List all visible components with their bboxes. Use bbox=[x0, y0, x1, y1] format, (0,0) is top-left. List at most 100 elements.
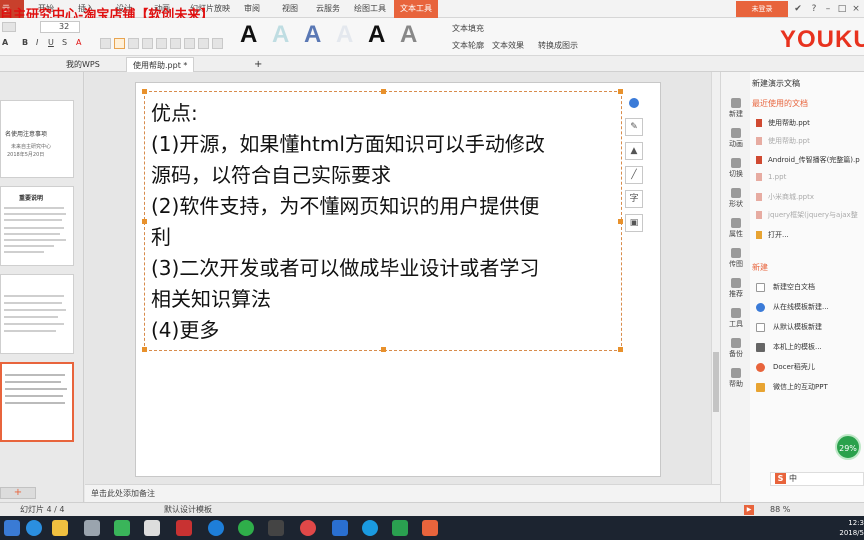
scrollbar-thumb[interactable] bbox=[713, 352, 719, 412]
sidebar-item-animation[interactable]: 动画 bbox=[721, 128, 751, 149]
app-icon[interactable] bbox=[332, 520, 348, 536]
wechat-ppt-link[interactable]: 微信上的互动PPT bbox=[756, 382, 864, 392]
wordart-style-black[interactable]: A bbox=[240, 22, 257, 48]
local-template[interactable]: 本机上的模板... bbox=[756, 342, 864, 352]
format-painter-icon[interactable] bbox=[2, 22, 16, 32]
ie-browser-icon[interactable] bbox=[26, 520, 42, 536]
edit-shape-icon[interactable]: ✎ bbox=[625, 118, 643, 136]
align-right-button[interactable] bbox=[142, 38, 153, 49]
underline-button[interactable]: U bbox=[48, 38, 54, 47]
wps-presentation-icon[interactable] bbox=[422, 520, 438, 536]
slide-thumbnail-4[interactable] bbox=[0, 362, 74, 442]
resize-handle[interactable] bbox=[381, 89, 386, 94]
slide-thumbnail-2[interactable]: 重要说明 bbox=[0, 186, 74, 266]
sidebar-item-properties[interactable]: 属性 bbox=[721, 218, 751, 239]
wordart-style-gray[interactable]: A bbox=[400, 22, 417, 48]
app-icon[interactable] bbox=[84, 520, 100, 536]
align-center-button[interactable] bbox=[128, 38, 139, 49]
resize-handle[interactable] bbox=[618, 219, 623, 224]
distribute-button[interactable] bbox=[170, 38, 181, 49]
align-left-button[interactable] bbox=[114, 38, 125, 49]
resize-handle[interactable] bbox=[142, 219, 147, 224]
sidebar-item-backup[interactable]: 备份 bbox=[721, 338, 751, 359]
open-file-link[interactable]: 打开... bbox=[756, 230, 864, 240]
resize-handle[interactable] bbox=[142, 89, 147, 94]
collapse-icon[interactable] bbox=[629, 98, 639, 108]
start-icon[interactable] bbox=[4, 520, 20, 536]
tab-view[interactable]: 视图 bbox=[276, 0, 304, 18]
columns-button[interactable] bbox=[212, 38, 223, 49]
italic-button[interactable]: I bbox=[36, 38, 38, 47]
recent-file[interactable]: jquery框架(jquery与ajax整 bbox=[756, 210, 864, 220]
edge-browser-icon[interactable] bbox=[208, 520, 224, 536]
font-color-button[interactable]: A bbox=[76, 38, 81, 47]
convert-graphic-button[interactable]: 转换成图示 bbox=[538, 40, 578, 51]
new-from-online-template[interactable]: 从在线模板新建... bbox=[756, 302, 864, 312]
fill-icon[interactable]: ▲ bbox=[625, 142, 643, 160]
wordart-style-cyan[interactable]: A bbox=[272, 22, 289, 48]
wordart-style-white[interactable]: A bbox=[336, 22, 353, 48]
tab-drawing-tools[interactable]: 绘图工具 bbox=[348, 0, 392, 18]
arrange-icon[interactable]: ▣ bbox=[625, 214, 643, 232]
resize-handle[interactable] bbox=[381, 347, 386, 352]
text-format-icon[interactable]: 字 bbox=[625, 190, 643, 208]
content-textbox[interactable]: 优点: (1)开源，如果懂html方面知识可以手动修改 源码，以符合自己实际要求… bbox=[142, 89, 623, 352]
text-effect-button[interactable]: 文本效果 bbox=[492, 40, 524, 51]
sidebar-item-help[interactable]: 帮助 bbox=[721, 368, 751, 389]
recent-file[interactable]: 小米商城.pptx bbox=[756, 192, 864, 202]
ime-toolbar[interactable]: S中 bbox=[770, 472, 864, 486]
tab-review[interactable]: 审阅 bbox=[238, 0, 266, 18]
strikethrough-button[interactable]: S bbox=[62, 38, 67, 47]
docer-link[interactable]: Docer稻壳儿 bbox=[756, 362, 864, 372]
sidebar-item-new[interactable]: 新建 bbox=[721, 98, 751, 119]
sidebar-item-transition[interactable]: 切换 bbox=[721, 158, 751, 179]
bold-button[interactable]: B bbox=[22, 38, 28, 47]
vertical-scrollbar[interactable] bbox=[711, 72, 720, 484]
zoom-level[interactable]: 88 % bbox=[770, 503, 790, 517]
app-icon[interactable] bbox=[176, 520, 192, 536]
font-size-select[interactable]: 32 bbox=[40, 21, 80, 33]
doc-tab-current[interactable]: 使用帮助.ppt * bbox=[126, 57, 195, 72]
app-icon[interactable] bbox=[144, 520, 160, 536]
recent-file[interactable]: 使用帮助.ppt bbox=[756, 118, 864, 128]
file-explorer-icon[interactable] bbox=[52, 520, 68, 536]
progress-badge[interactable]: 29% bbox=[835, 434, 861, 460]
slide-thumbnail-3[interactable] bbox=[0, 274, 74, 354]
justify-button[interactable] bbox=[156, 38, 167, 49]
close-icon[interactable]: × bbox=[850, 3, 862, 15]
tab-cloud[interactable]: 云服务 bbox=[310, 0, 346, 18]
recent-file[interactable]: Android_传智播客(完整篇).p bbox=[756, 155, 864, 165]
shield-icon[interactable]: ✔ bbox=[792, 3, 804, 15]
doc-tab-mywps[interactable]: 我的WPS bbox=[60, 57, 106, 72]
new-blank-doc[interactable]: 新建空白文档 bbox=[756, 282, 864, 292]
recent-file[interactable]: 1.ppt bbox=[756, 173, 864, 181]
new-presentation-dropdown[interactable]: 新建演示文稿 bbox=[752, 78, 800, 89]
sidebar-item-shape[interactable]: 形状 bbox=[721, 188, 751, 209]
line-spacing-button[interactable] bbox=[184, 38, 195, 49]
resize-handle[interactable] bbox=[618, 89, 623, 94]
resize-handle[interactable] bbox=[142, 347, 147, 352]
sidebar-item-upload-image[interactable]: 传图 bbox=[721, 248, 751, 269]
notes-area[interactable]: 单击此处添加备注 bbox=[85, 484, 720, 502]
app-icon[interactable] bbox=[362, 520, 378, 536]
current-slide[interactable]: 优点: (1)开源，如果懂html方面知识可以手动修改 源码，以符合自己实际要求… bbox=[135, 82, 661, 477]
text-outline-button[interactable]: 文本轮廓 bbox=[452, 40, 484, 51]
tab-text-tools[interactable]: 文本工具 bbox=[394, 0, 438, 18]
wordart-style-dark[interactable]: A bbox=[368, 22, 385, 48]
app-icon[interactable] bbox=[392, 520, 408, 536]
app-icon[interactable] bbox=[114, 520, 130, 536]
slide-thumbnail-1[interactable]: 名使用注意事项 未来自主研究中心 2018年5月20日 bbox=[0, 100, 74, 178]
wordart-style-blue[interactable]: A bbox=[304, 22, 321, 48]
new-tab-button[interactable]: + bbox=[248, 57, 268, 72]
text-fill-button[interactable]: 文本填充 bbox=[452, 23, 484, 34]
app-icon[interactable] bbox=[238, 520, 254, 536]
bullet-list-button[interactable] bbox=[100, 38, 111, 49]
add-slide-button[interactable]: + bbox=[0, 487, 36, 499]
app-icon[interactable] bbox=[268, 520, 284, 536]
new-from-default-template[interactable]: 从默认模板新建 bbox=[756, 322, 864, 332]
login-button[interactable]: 未登录 bbox=[736, 1, 788, 17]
text-direction-button[interactable] bbox=[198, 38, 209, 49]
help-icon[interactable]: ? bbox=[808, 3, 820, 15]
resize-handle[interactable] bbox=[618, 347, 623, 352]
outline-icon[interactable]: ╱ bbox=[625, 166, 643, 184]
